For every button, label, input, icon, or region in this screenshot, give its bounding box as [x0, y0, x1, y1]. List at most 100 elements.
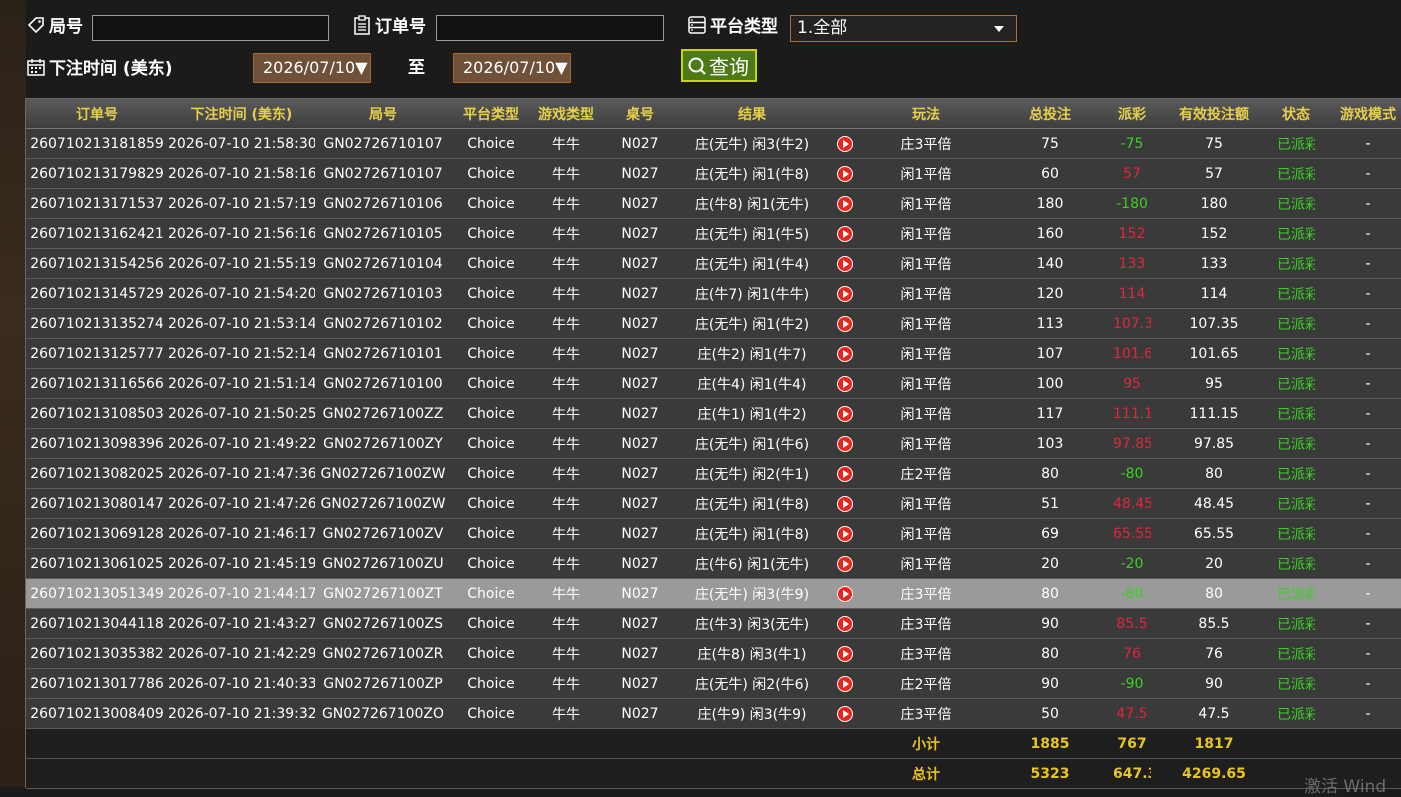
cell-result: 庄(无牛) 闲1(牛8) — [679, 158, 825, 189]
col-payout[interactable]: 派彩 — [1113, 99, 1151, 129]
cell-status: 已派彩 — [1277, 308, 1315, 339]
cell-replay[interactable] — [825, 428, 865, 459]
play-icon[interactable] — [837, 705, 853, 722]
col-platform[interactable]: 平台类型 — [451, 99, 531, 129]
play-icon[interactable] — [837, 645, 853, 662]
table-row[interactable]: 260710213181859 2026-07-10 21:58:30 GN0272… — [26, 128, 1401, 159]
cell-game-mode: - — [1315, 128, 1401, 159]
col-play[interactable]: 玩法 — [865, 99, 987, 129]
table-row[interactable]: 260710213044118 2026-07-10 21:43:27 GN0272… — [26, 608, 1401, 639]
play-icon[interactable] — [837, 255, 853, 272]
cell-result: 庄(牛8) 闲3(牛1) — [679, 638, 825, 669]
order-input[interactable] — [436, 15, 664, 41]
col-order-id[interactable]: 订单号 — [26, 99, 168, 129]
cell-replay[interactable] — [825, 488, 865, 519]
cell-payout: 133 — [1113, 248, 1151, 279]
col-valid-bet[interactable]: 有效投注额 — [1151, 99, 1277, 129]
round-input[interactable] — [92, 15, 329, 41]
play-icon[interactable] — [837, 375, 853, 392]
col-bet-time[interactable]: 下注时间 (美东) — [168, 99, 315, 129]
cell-replay[interactable] — [825, 218, 865, 249]
cell-replay[interactable] — [825, 188, 865, 219]
query-button[interactable]: 查询 — [681, 49, 757, 82]
table-row[interactable]: 260710213061025 2026-07-10 21:45:19 GN0272… — [26, 548, 1401, 579]
cell-round-id: GN02726710103 — [315, 278, 451, 309]
cell-replay[interactable] — [825, 338, 865, 369]
table-row[interactable]: 260710213154256 2026-07-10 21:55:19 GN0272… — [26, 248, 1401, 279]
play-icon[interactable] — [837, 555, 853, 572]
table-row[interactable]: 260710213108503 2026-07-10 21:50:25 GN0272… — [26, 398, 1401, 429]
cell-replay[interactable] — [825, 128, 865, 159]
cell-replay[interactable] — [825, 638, 865, 669]
cell-replay[interactable] — [825, 458, 865, 489]
cell-valid-bet: 48.45 — [1151, 488, 1277, 519]
table-row[interactable]: 260710213035382 2026-07-10 21:42:29 GN0272… — [26, 638, 1401, 669]
cell-status: 已派彩 — [1277, 128, 1315, 159]
play-icon[interactable] — [837, 135, 853, 152]
cell-total-bet: 180 — [987, 188, 1113, 219]
table-row[interactable]: 260710213171537 2026-07-10 21:57:19 GN0272… — [26, 188, 1401, 219]
col-total-bet[interactable]: 总投注 — [987, 99, 1113, 129]
table-row[interactable]: 260710213051349 2026-07-10 21:44:17 GN0272… — [26, 578, 1401, 609]
subtotal-row: 小计 1885 767 1817 — [26, 728, 1401, 759]
play-icon[interactable] — [837, 435, 853, 452]
col-result[interactable]: 结果 — [679, 99, 825, 129]
col-status[interactable]: 状态 — [1277, 99, 1315, 129]
cell-replay[interactable] — [825, 248, 865, 279]
cell-replay[interactable] — [825, 158, 865, 189]
play-icon[interactable] — [837, 465, 853, 482]
cell-round-id: GN027267100ZW — [315, 458, 451, 489]
play-icon[interactable] — [837, 285, 853, 302]
play-icon[interactable] — [837, 225, 853, 242]
table-row[interactable]: 260710213008409 2026-07-10 21:39:32 GN0272… — [26, 698, 1401, 729]
cell-replay[interactable] — [825, 608, 865, 639]
play-icon[interactable] — [837, 495, 853, 512]
play-icon[interactable] — [837, 165, 853, 182]
date-from-picker[interactable]: 2026/07/10▼ — [253, 53, 371, 83]
calendar-icon — [27, 58, 45, 76]
play-icon[interactable] — [837, 195, 853, 212]
table-row[interactable]: 260710213145729 2026-07-10 21:54:20 GN0272… — [26, 278, 1401, 309]
cell-replay[interactable] — [825, 548, 865, 579]
table-row[interactable]: 260710213098396 2026-07-10 21:49:22 GN0272… — [26, 428, 1401, 459]
cell-replay[interactable] — [825, 578, 865, 609]
cell-replay[interactable] — [825, 698, 865, 729]
col-table-no[interactable]: 桌号 — [601, 99, 679, 129]
cell-replay[interactable] — [825, 668, 865, 699]
cell-replay[interactable] — [825, 278, 865, 309]
cell-platform: Choice — [451, 548, 531, 579]
cell-payout: -80 — [1113, 458, 1151, 489]
cell-game-type: 牛牛 — [531, 698, 601, 729]
col-game-type[interactable]: 游戏类型 — [531, 99, 601, 129]
cell-replay[interactable] — [825, 368, 865, 399]
play-icon[interactable] — [837, 525, 853, 542]
play-icon[interactable] — [837, 405, 853, 422]
cell-order-id: 260710213108503 — [26, 398, 168, 429]
cell-replay[interactable] — [825, 398, 865, 429]
table-row[interactable]: 260710213162421 2026-07-10 21:56:16 GN0272… — [26, 218, 1401, 249]
cell-replay[interactable] — [825, 308, 865, 339]
cell-order-id: 260710213125777 — [26, 338, 168, 369]
play-icon[interactable] — [837, 315, 853, 332]
table-row[interactable]: 260710213135274 2026-07-10 21:53:14 GN0272… — [26, 308, 1401, 339]
table-row[interactable]: 260710213080147 2026-07-10 21:47:26 GN0272… — [26, 488, 1401, 519]
table-row[interactable]: 260710213116566 2026-07-10 21:51:14 GN0272… — [26, 368, 1401, 399]
table-row[interactable]: 260710213017786 2026-07-10 21:40:33 GN0272… — [26, 668, 1401, 699]
cell-game-type: 牛牛 — [531, 578, 601, 609]
play-icon[interactable] — [837, 345, 853, 362]
play-icon[interactable] — [837, 585, 853, 602]
cell-order-id: 260710213179829 — [26, 158, 168, 189]
table-row[interactable]: 260710213179829 2026-07-10 21:58:16 GN0272… — [26, 158, 1401, 189]
play-icon[interactable] — [837, 615, 853, 632]
cell-status: 已派彩 — [1277, 488, 1315, 519]
cell-payout: -20 — [1113, 548, 1151, 579]
play-icon[interactable] — [837, 675, 853, 692]
col-round[interactable]: 局号 — [315, 99, 451, 129]
table-row[interactable]: 260710213082025 2026-07-10 21:47:36 GN0272… — [26, 458, 1401, 489]
table-row[interactable]: 260710213125777 2026-07-10 21:52:14 GN0272… — [26, 338, 1401, 369]
col-game-mode[interactable]: 游戏模式 — [1315, 99, 1401, 129]
cell-replay[interactable] — [825, 518, 865, 549]
date-to-picker[interactable]: 2026/07/10▼ — [453, 53, 571, 83]
table-row[interactable]: 260710213069128 2026-07-10 21:46:17 GN0272… — [26, 518, 1401, 549]
platform-select[interactable]: 1.全部 — [790, 15, 1017, 42]
